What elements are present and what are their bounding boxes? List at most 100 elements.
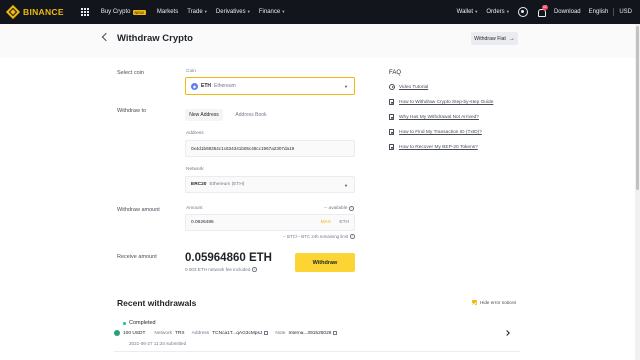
- usdt-icon: [114, 330, 120, 336]
- available-text: -- available: [324, 206, 348, 211]
- faq-title: FAQ: [389, 70, 402, 76]
- max-button[interactable]: MAX: [321, 220, 331, 225]
- nav-derivatives[interactable]: Derivatives ▾: [216, 9, 250, 15]
- fee-text: 0.003 ETH network fee included: [185, 267, 251, 272]
- page-header: Withdraw Crypto Withdraw Fiat →: [0, 24, 640, 58]
- faq-item-withdraw-guide[interactable]: How to Withdraw Crypto Step-by-step Guid…: [389, 99, 493, 105]
- network-value: TRX: [175, 330, 185, 336]
- withdraw-to-label: Withdraw to: [117, 108, 147, 114]
- amount-input[interactable]: 0.0626486 MAX ETH: [185, 214, 355, 231]
- hide-errors-label: Hide error notices: [480, 300, 517, 305]
- amount-value: 0.0626486: [191, 220, 214, 225]
- chevron-down-icon: ▾: [282, 9, 285, 14]
- apps-grid-icon[interactable]: [80, 8, 89, 16]
- hide-error-notices-toggle[interactable]: Hide error notices: [472, 300, 516, 305]
- page-scrollbar[interactable]: [635, 24, 640, 360]
- status-dot-icon: [123, 321, 126, 325]
- tab-new-address[interactable]: New Address: [185, 109, 223, 121]
- amount-field-label: Amount: [186, 206, 203, 211]
- address-value: 0x4d1b68354c1c634341b05c48cc1967a2307da1…: [191, 146, 295, 151]
- nav-trade[interactable]: Trade ▾: [187, 9, 207, 15]
- withdraw-limit: -- BTC/-- BTC 24h remaining limit i: [283, 234, 355, 239]
- nav-orders[interactable]: Orders ▾: [486, 9, 509, 15]
- withdraw-fiat-button[interactable]: Withdraw Fiat →: [471, 32, 518, 45]
- chevron-right-icon[interactable]: [504, 330, 510, 336]
- coin-select[interactable]: ◆ ETH Ethereum ▼: [185, 77, 355, 95]
- nav-trade-label: Trade: [187, 9, 203, 15]
- withdraw-button[interactable]: Withdraw: [295, 253, 355, 272]
- back-arrow-icon[interactable]: [101, 32, 111, 42]
- chevron-down-icon: ▼: [344, 182, 348, 188]
- nav-buy-crypto-label: Buy Crypto: [100, 9, 131, 15]
- nav-buy-crypto[interactable]: Buy Crypto NEW: [101, 9, 146, 15]
- network-label: Network: [154, 330, 172, 336]
- network-name: Ethereum (ETH): [209, 182, 245, 187]
- limit-text: -- BTC/-- BTC 24h remaining limit: [283, 234, 349, 239]
- brand-logo[interactable]: BINANCE: [5, 4, 64, 20]
- faq-item-label: How to Find My Transaction ID (TxID)?: [399, 129, 482, 135]
- info-icon[interactable]: i: [349, 206, 354, 211]
- chevron-down-icon: ▾: [506, 9, 509, 14]
- nav-language-label: English: [588, 9, 609, 15]
- address-value: TCNca1T...qAG3cMpsJ: [212, 330, 263, 336]
- copy-icon[interactable]: [333, 330, 338, 336]
- faq-item-find-txid[interactable]: How to Find My Transaction ID (TxID)?: [389, 129, 482, 135]
- nav-finance[interactable]: Finance ▾: [259, 9, 285, 15]
- scrollbar-thumb[interactable]: [636, 26, 639, 190]
- nav-download[interactable]: Download: [554, 9, 581, 15]
- network-select[interactable]: ERC20 Ethereum (ETH) ▼: [185, 176, 355, 193]
- withdrawal-date: 2021-06-27 11:34 submitted: [129, 341, 186, 346]
- nav-derivatives-label: Derivatives: [215, 9, 246, 15]
- receive-amount-label: Receive amount: [117, 254, 157, 260]
- nav-currency[interactable]: USD: [619, 9, 632, 15]
- faq-item-recover-bep20[interactable]: How to Recover My BEP-20 Tokens?: [389, 144, 478, 150]
- nav-wallet[interactable]: Wallet ▾: [457, 9, 478, 15]
- tab-address-book[interactable]: Address Book: [232, 109, 270, 121]
- withdraw-fiat-label: Withdraw Fiat: [474, 35, 506, 42]
- faq-item-not-arrived[interactable]: Why Has My Withdrawal Not Arrived?: [389, 114, 479, 120]
- address-input[interactable]: 0x4d1b68354c1c634341b05c48cc1967a2307da1…: [185, 140, 355, 157]
- faq-item-label: Video Tutorial: [399, 84, 429, 90]
- receive-amount-value: 0.05964860 ETH: [185, 252, 272, 264]
- nav-download-label: Download: [553, 9, 581, 15]
- nav-markets-label: Markets: [156, 9, 179, 15]
- faq-item-label: How to Recover My BEP-20 Tokens?: [399, 144, 478, 150]
- chevron-down-icon: ▾: [475, 9, 478, 14]
- notification-bell-icon[interactable]: 12: [537, 4, 548, 17]
- address-field-label: Address: [186, 131, 204, 136]
- coin-symbol: ETH: [201, 83, 211, 89]
- chevron-down-icon: ▾: [247, 9, 250, 14]
- copy-icon[interactable]: [264, 330, 269, 336]
- date-value: 2021-06-27 11:34: [129, 341, 165, 346]
- top-nav: BINANCE Buy Crypto NEW Markets Trade ▾ D…: [0, 0, 640, 24]
- nav-finance-label: Finance: [258, 9, 281, 15]
- info-icon[interactable]: i: [252, 267, 257, 272]
- note-value: Interna...391525028: [288, 330, 332, 336]
- address-label: Address: [191, 330, 210, 336]
- binance-logo-icon: [5, 4, 21, 20]
- chevron-down-icon: ▾: [204, 9, 207, 14]
- note-label: Note: [275, 330, 286, 336]
- network-code: ERC20: [191, 182, 207, 187]
- coin-field-label: Coin: [186, 69, 196, 74]
- available-balance: -- available i: [324, 206, 354, 211]
- row-divider: [114, 351, 520, 352]
- nav-currency-label: USD: [619, 9, 632, 15]
- checkbox-checked-icon[interactable]: [472, 300, 477, 305]
- network-fee: 0.003 ETH network fee included i: [185, 267, 257, 272]
- user-avatar-icon[interactable]: [517, 7, 528, 17]
- info-icon[interactable]: i: [350, 234, 355, 239]
- document-icon: [389, 99, 394, 105]
- notification-count-badge: 12: [541, 4, 548, 10]
- nav-wallet-label: Wallet: [456, 9, 474, 15]
- new-badge: NEW: [132, 9, 146, 15]
- nav-language[interactable]: English: [589, 9, 609, 15]
- arrow-right-icon: →: [508, 35, 515, 42]
- document-icon: [389, 144, 394, 150]
- nav-markets[interactable]: Markets: [157, 9, 178, 15]
- document-icon: [389, 129, 394, 135]
- faq-item-label: How to Withdraw Crypto Step-by-step Guid…: [399, 99, 494, 105]
- faq-item-video-tutorial[interactable]: Video Tutorial: [389, 84, 428, 90]
- recent-withdrawals-title: Recent withdrawals: [117, 298, 197, 308]
- table-row[interactable]: 100 USDT Network TRX Address TCNca1T...q…: [114, 330, 338, 336]
